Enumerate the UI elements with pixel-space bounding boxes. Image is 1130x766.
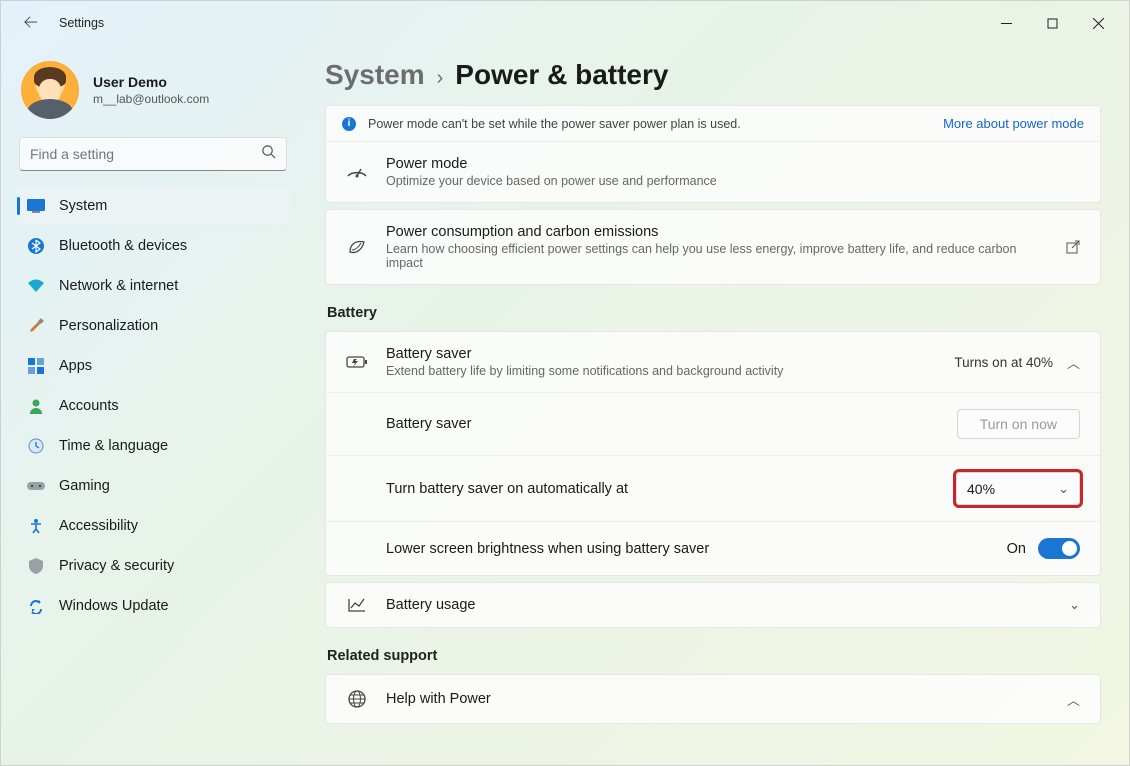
accessibility-icon <box>27 517 45 535</box>
nav-update[interactable]: Windows Update <box>17 587 289 625</box>
search-input[interactable] <box>30 146 261 162</box>
search-box[interactable] <box>19 137 287 171</box>
page-title: Power & battery <box>455 59 668 91</box>
nav-time[interactable]: Time & language <box>17 427 289 465</box>
battery-saver-subtitle: Extend battery life by limiting some not… <box>386 364 936 378</box>
nav-label: Windows Update <box>59 598 169 614</box>
nav-accounts[interactable]: Accounts <box>17 387 289 425</box>
nav-privacy[interactable]: Privacy & security <box>17 547 289 585</box>
globe-icon <box>346 689 368 709</box>
nav-label: Accessibility <box>59 518 138 534</box>
paintbrush-icon <box>27 317 45 335</box>
battery-usage-row[interactable]: Battery usage ⌄ <box>325 582 1101 628</box>
help-row[interactable]: Help with Power ︿ <box>325 674 1101 724</box>
content-scroll[interactable]: i Power mode can't be set while the powe… <box>325 105 1123 765</box>
avatar <box>21 61 79 119</box>
leaf-icon <box>346 238 368 256</box>
open-external-icon <box>1066 240 1080 254</box>
lower-brightness-row: Lower screen brightness when using batte… <box>326 521 1100 575</box>
profile-email: m__lab@outlook.com <box>93 92 209 106</box>
power-mode-icon <box>346 164 368 180</box>
minimize-button[interactable] <box>983 7 1029 39</box>
main-content: System › Power & battery i Power mode ca… <box>301 45 1129 765</box>
chevron-up-icon: ︿ <box>1067 353 1080 372</box>
bluetooth-icon <box>27 237 45 255</box>
nav-list: System Bluetooth & devices Network & int… <box>17 187 289 625</box>
breadcrumb: System › Power & battery <box>325 59 1123 91</box>
chart-icon <box>346 597 368 613</box>
nav-label: Accounts <box>59 398 119 414</box>
auto-on-row: Turn battery saver on automatically at 4… <box>326 455 1100 521</box>
power-mode-title: Power mode <box>386 156 1080 172</box>
battery-saver-title: Battery saver <box>386 346 936 362</box>
clock-icon <box>27 437 45 455</box>
more-about-link[interactable]: More about power mode <box>943 116 1084 131</box>
battery-usage-title: Battery usage <box>386 597 1051 613</box>
nav-apps[interactable]: Apps <box>17 347 289 385</box>
auto-on-label: Turn battery saver on automatically at <box>386 481 956 497</box>
power-mode-row[interactable]: Power mode Optimize your device based on… <box>326 141 1100 202</box>
nav-label: Gaming <box>59 478 110 494</box>
nav-accessibility[interactable]: Accessibility <box>17 507 289 545</box>
sidebar: User Demo m__lab@outlook.com System Blue… <box>1 45 301 765</box>
wifi-icon <box>27 277 45 295</box>
nav-label: Time & language <box>59 438 168 454</box>
help-title: Help with Power <box>386 691 1049 707</box>
nav-label: Privacy & security <box>59 558 174 574</box>
titlebar: Settings <box>1 1 1129 45</box>
nav-label: Bluetooth & devices <box>59 238 187 254</box>
nav-bluetooth[interactable]: Bluetooth & devices <box>17 227 289 265</box>
related-section-label: Related support <box>327 648 1101 664</box>
lower-brightness-label: Lower screen brightness when using batte… <box>386 541 1007 557</box>
shield-icon <box>27 557 45 575</box>
chevron-down-icon: ⌄ <box>1058 481 1069 497</box>
lower-brightness-toggle[interactable] <box>1038 538 1080 559</box>
battery-saver-status: Turns on at 40% <box>954 355 1053 370</box>
apps-icon <box>27 357 45 375</box>
nav-personalization[interactable]: Personalization <box>17 307 289 345</box>
nav-network[interactable]: Network & internet <box>17 267 289 305</box>
maximize-button[interactable] <box>1029 7 1075 39</box>
search-icon <box>261 144 276 164</box>
power-mode-subtitle: Optimize your device based on power use … <box>386 174 1080 188</box>
battery-saver-icon <box>346 355 368 369</box>
info-text: Power mode can't be set while the power … <box>368 117 741 131</box>
battery-saver-header[interactable]: Battery saver Extend battery life by lim… <box>326 332 1100 392</box>
turn-on-now-button[interactable]: Turn on now <box>957 409 1080 439</box>
nav-system[interactable]: System <box>17 187 289 225</box>
system-icon <box>27 197 45 215</box>
nav-label: System <box>59 198 107 214</box>
back-button[interactable] <box>19 15 43 32</box>
gamepad-icon <box>27 477 45 495</box>
person-icon <box>27 397 45 415</box>
auto-on-value: 40% <box>967 481 995 497</box>
carbon-subtitle: Learn how choosing efficient power setti… <box>386 242 1048 270</box>
battery-saver-card: Battery saver Extend battery life by lim… <box>325 331 1101 576</box>
nav-label: Apps <box>59 358 92 374</box>
nav-label: Network & internet <box>59 278 178 294</box>
nav-gaming[interactable]: Gaming <box>17 467 289 505</box>
nav-label: Personalization <box>59 318 158 334</box>
chevron-down-icon: ⌄ <box>1069 597 1080 613</box>
battery-section-label: Battery <box>327 305 1101 321</box>
battery-saver-toggle-row: Battery saver Turn on now <box>326 392 1100 455</box>
update-icon <box>27 597 45 615</box>
toggle-state-label: On <box>1007 541 1026 557</box>
battery-saver-row-label: Battery saver <box>386 416 957 432</box>
carbon-title: Power consumption and carbon emissions <box>386 224 1048 240</box>
close-button[interactable] <box>1075 7 1121 39</box>
arrow-left-icon <box>24 15 38 29</box>
window-title: Settings <box>59 16 104 30</box>
carbon-row[interactable]: Power consumption and carbon emissions L… <box>325 209 1101 285</box>
chevron-up-icon: ︿ <box>1067 690 1080 709</box>
info-icon: i <box>342 117 356 131</box>
profile-block[interactable]: User Demo m__lab@outlook.com <box>17 53 289 137</box>
info-banner-card: i Power mode can't be set while the powe… <box>325 105 1101 203</box>
chevron-right-icon: › <box>437 67 444 90</box>
breadcrumb-root[interactable]: System <box>325 59 425 91</box>
profile-name: User Demo <box>93 74 209 90</box>
auto-on-select[interactable]: 40% ⌄ <box>956 472 1080 505</box>
